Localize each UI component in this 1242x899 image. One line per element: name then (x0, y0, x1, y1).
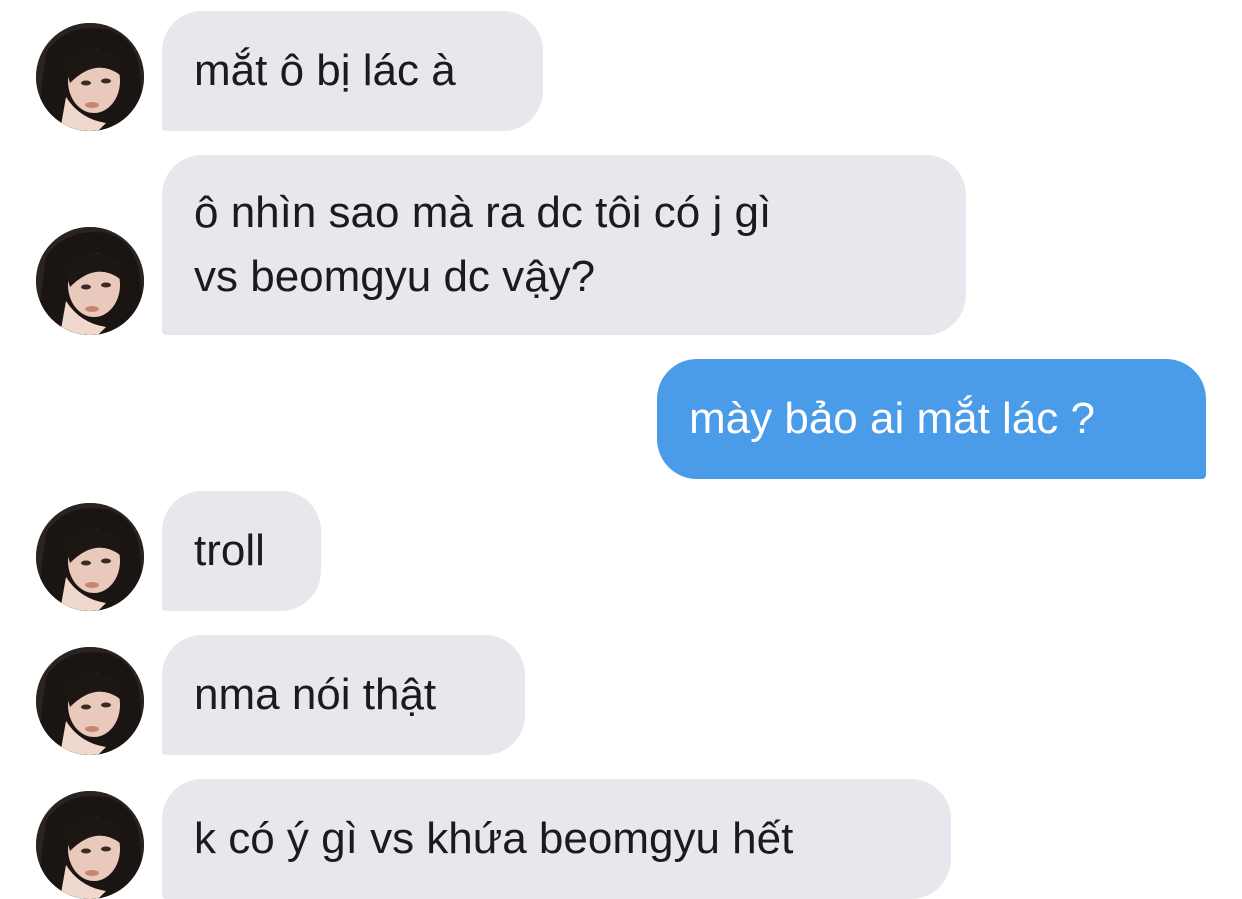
message-bubble-incoming[interactable]: troll (162, 491, 321, 611)
avatar-photo-icon (36, 647, 144, 755)
avatar[interactable] (36, 647, 144, 755)
avatar[interactable] (36, 227, 144, 335)
message-bubble-outgoing[interactable]: mày bảo ai mắt lác ? (657, 359, 1206, 479)
message-text-line-2: vs beomgyu dc vậy? (194, 252, 596, 301)
message-bubble-incoming[interactable]: ô nhìn sao mà ra dc tôi có j gì vs beomg… (162, 155, 966, 335)
message-text-line-1: ô nhìn sao mà ra dc tôi có j gì (194, 188, 772, 237)
avatar-photo-icon (36, 23, 144, 131)
avatar-photo-icon (36, 503, 144, 611)
avatar[interactable] (36, 791, 144, 899)
message-bubble-incoming[interactable]: k có ý gì vs khứa beomgyu hết (162, 779, 951, 899)
avatar[interactable] (36, 23, 144, 131)
message-text: troll (194, 526, 265, 575)
message-text: mắt ô bị lác à (194, 46, 456, 95)
avatar-photo-icon (36, 227, 144, 335)
message-bubble-incoming[interactable]: mắt ô bị lác à (162, 11, 543, 131)
message-text: k có ý gì vs khứa beomgyu hết (194, 814, 794, 863)
message-bubble-incoming[interactable]: nma nói thật (162, 635, 525, 755)
avatar[interactable] (36, 503, 144, 611)
avatar-photo-icon (36, 791, 144, 899)
message-text: nma nói thật (194, 670, 437, 719)
message-text: mày bảo ai mắt lác ? (689, 394, 1095, 443)
